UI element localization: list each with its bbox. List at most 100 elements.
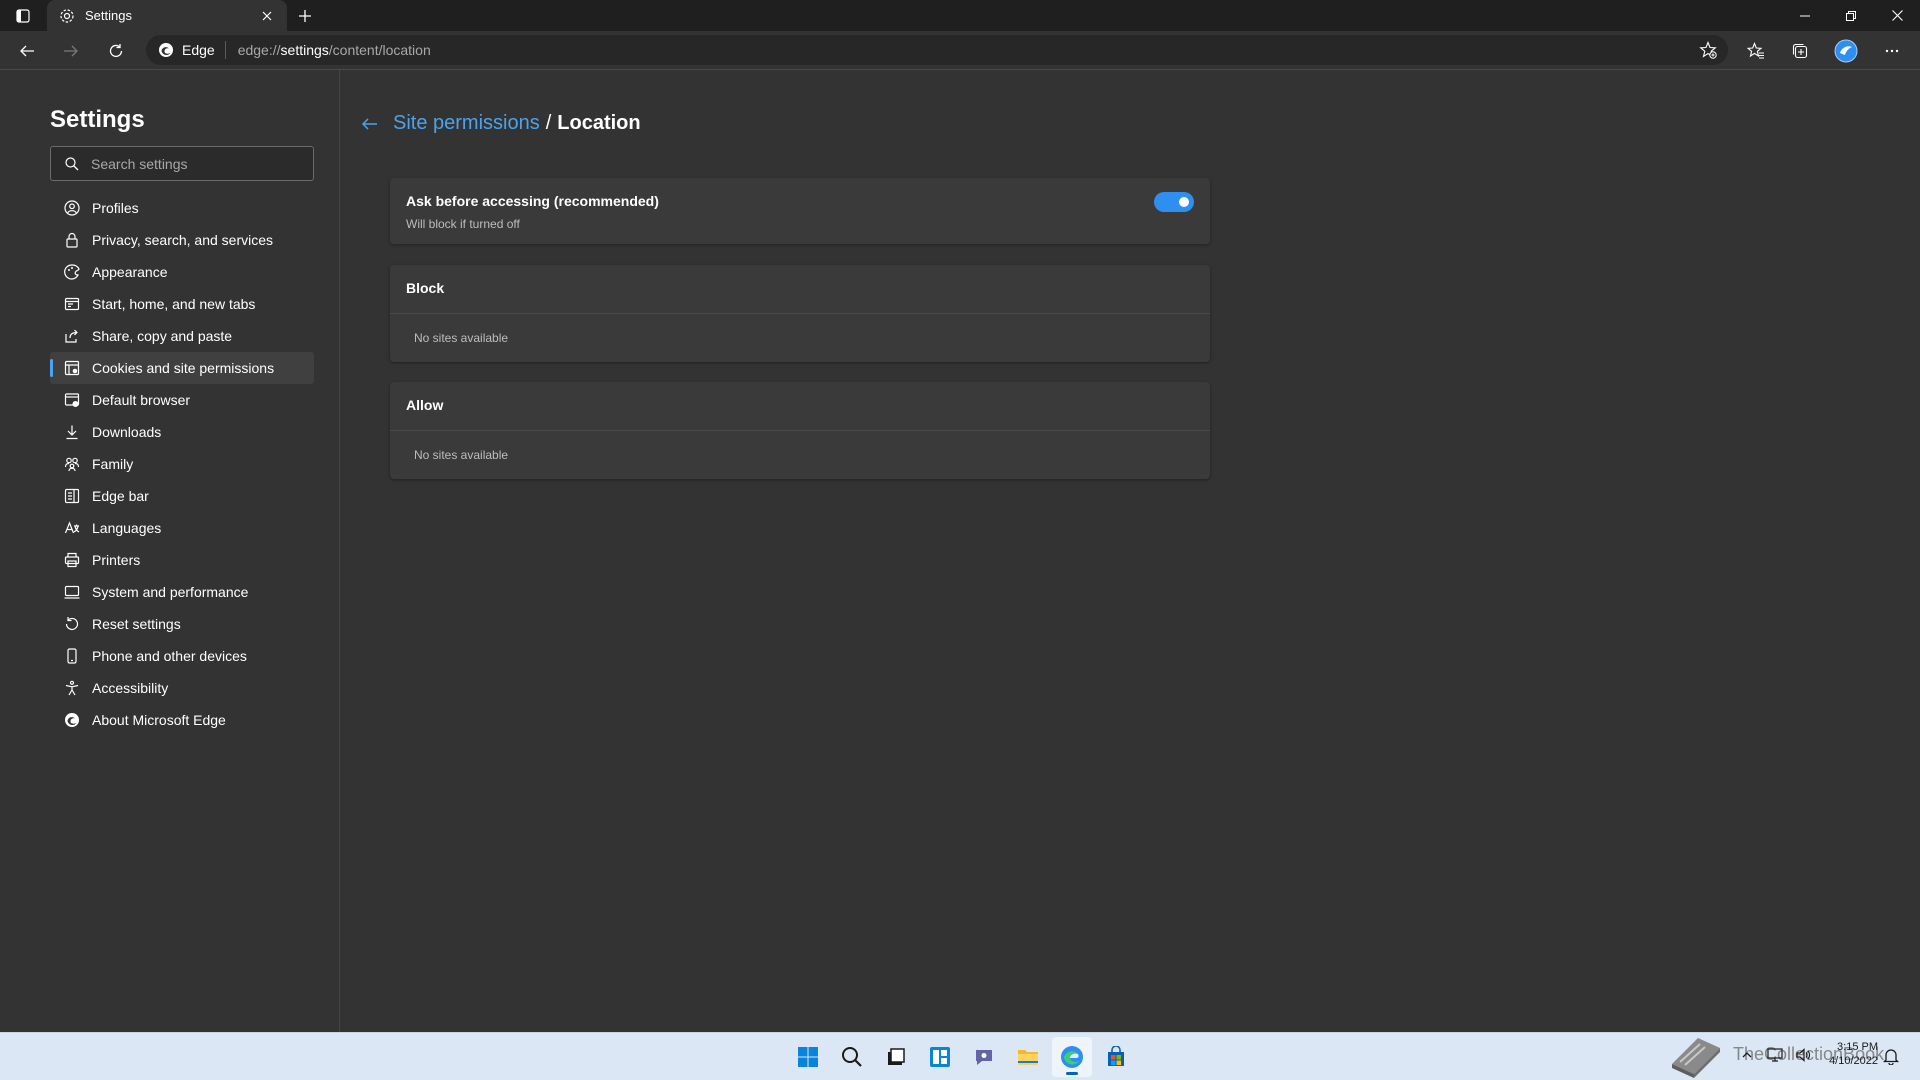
- store-button[interactable]: [1096, 1037, 1136, 1077]
- main-content: Site permissions / Location Ask before a…: [341, 70, 1920, 1032]
- site-name: Edge: [182, 42, 215, 58]
- new-tab-button[interactable]: [293, 4, 317, 28]
- sidebar-item-privacy-search-and-services[interactable]: Privacy, search, and services: [50, 224, 314, 256]
- sidebar-item-start-home-and-new-tabs[interactable]: Start, home, and new tabs: [50, 288, 314, 320]
- collections-button[interactable]: [1785, 36, 1815, 66]
- printer-icon: [64, 552, 80, 568]
- more-menu-button[interactable]: [1877, 36, 1907, 66]
- edge-taskbar-button[interactable]: [1052, 1037, 1092, 1077]
- show-hidden-icons-button[interactable]: [1738, 1046, 1756, 1064]
- forward-button[interactable]: [56, 36, 86, 66]
- url-path: /content/location: [328, 42, 431, 58]
- clock-date: 4/10/2022: [1829, 1055, 1878, 1067]
- sidebar-nav: Profiles Privacy, search, and services App…: [50, 192, 314, 736]
- back-button[interactable]: [12, 36, 42, 66]
- ask-before-accessing-toggle[interactable]: [1154, 192, 1194, 212]
- sidebar-item-printers[interactable]: Printers: [50, 544, 314, 576]
- ask-before-accessing-card: Ask before accessing (recommended) Will …: [390, 178, 1210, 244]
- widgets-button[interactable]: [920, 1037, 960, 1077]
- allow-empty-text: No sites available: [414, 448, 509, 462]
- system-icon: [64, 584, 80, 600]
- sidebar-item-label: Share, copy and paste: [92, 328, 233, 344]
- search-input[interactable]: [91, 155, 291, 172]
- refresh-button[interactable]: [101, 36, 131, 66]
- tab-settings[interactable]: Settings: [47, 0, 287, 31]
- title-bar: Settings: [0, 0, 1920, 31]
- arrow-right-icon: [64, 45, 78, 57]
- search-taskbar-button[interactable]: [832, 1037, 872, 1077]
- sidebar-item-label: Reset settings: [92, 616, 181, 632]
- sidebar-item-label: Phone and other devices: [92, 648, 247, 664]
- reset-icon: [64, 616, 80, 632]
- sidebar-item-edge-bar[interactable]: Edge bar: [50, 480, 314, 512]
- edge-logo-icon: [159, 43, 173, 57]
- sidebar-item-languages[interactable]: Languages: [50, 512, 314, 544]
- sidebar-item-appearance[interactable]: Appearance: [50, 256, 314, 288]
- chat-button[interactable]: [964, 1037, 1004, 1077]
- start-button[interactable]: [788, 1037, 828, 1077]
- tab-actions-button[interactable]: [10, 4, 36, 28]
- sidebar-item-label: Default browser: [92, 392, 191, 408]
- sidebar-item-phone-and-other-devices[interactable]: Phone and other devices: [50, 640, 314, 672]
- sidebar-item-share-copy-and-paste[interactable]: Share, copy and paste: [50, 320, 314, 352]
- volume-button[interactable]: [1794, 1046, 1812, 1064]
- sidebar-item-label: Downloads: [92, 424, 162, 440]
- search-box[interactable]: [50, 146, 314, 181]
- allow-title: Allow: [406, 397, 444, 413]
- sidebar-title: Settings: [50, 106, 145, 133]
- block-empty-text: No sites available: [414, 331, 509, 345]
- sidebar-item-family[interactable]: Family: [50, 448, 314, 480]
- lock-icon: [64, 232, 80, 248]
- gear-icon: [59, 8, 75, 24]
- speaker-icon: [1796, 1048, 1810, 1062]
- close-tab-button[interactable]: [257, 6, 277, 26]
- breadcrumb-separator: /: [545, 112, 552, 134]
- sidebar-item-label: Accessibility: [92, 680, 169, 696]
- sidebar-item-default-browser[interactable]: Default browser: [50, 384, 314, 416]
- sidebar-item-label: Edge bar: [92, 488, 149, 504]
- store-icon: [1108, 1046, 1124, 1066]
- clock-time: 3:15 PM: [1837, 1041, 1878, 1053]
- star-add-icon: [1699, 41, 1717, 59]
- collections-icon: [1792, 43, 1808, 59]
- profile-button[interactable]: [1831, 36, 1861, 66]
- family-icon: [64, 456, 80, 472]
- sidebar-item-label: System and performance: [92, 584, 249, 600]
- sidebar-item-downloads[interactable]: Downloads: [50, 416, 314, 448]
- sidebar-item-cookies-and-site-permissions[interactable]: Cookies and site permissions: [50, 352, 314, 384]
- address-bar[interactable]: Edge edge://settings/content/location: [146, 35, 1728, 65]
- sidebar-item-profiles[interactable]: Profiles: [50, 192, 314, 224]
- file-explorer-button[interactable]: [1008, 1037, 1048, 1077]
- avatar-icon: [1834, 39, 1858, 63]
- sidebar-item-label: Cookies and site permissions: [92, 360, 275, 376]
- url-text[interactable]: edge://settings/content/location: [238, 42, 431, 58]
- tab-actions-icon: [16, 9, 30, 23]
- sidebar-item-about-microsoft-edge[interactable]: About Microsoft Edge: [50, 704, 314, 736]
- sidebar-item-accessibility[interactable]: Accessibility: [50, 672, 314, 704]
- sidebar-item-system-and-performance[interactable]: System and performance: [50, 576, 314, 608]
- default-browser-icon: [64, 392, 80, 408]
- close-icon: [1891, 10, 1903, 21]
- close-window-button[interactable]: [1874, 0, 1920, 31]
- notifications-button[interactable]: [1882, 1047, 1900, 1065]
- sidebar-item-reset-settings[interactable]: Reset settings: [50, 608, 314, 640]
- network-button[interactable]: [1766, 1046, 1784, 1064]
- breadcrumb-site-permissions-link[interactable]: Site permissions: [393, 112, 540, 135]
- task-view-button[interactable]: [876, 1037, 916, 1077]
- restore-button[interactable]: [1828, 0, 1874, 31]
- breadcrumb-back-button[interactable]: [359, 113, 381, 135]
- block-title: Block: [406, 280, 445, 296]
- clock-button[interactable]: 3:15 PM 4/10/2022: [1820, 1040, 1878, 1068]
- book-logo-icon: [1666, 1030, 1726, 1080]
- sidebar-item-label: About Microsoft Edge: [92, 712, 226, 728]
- close-icon: [262, 11, 272, 20]
- favorites-button[interactable]: [1741, 36, 1771, 66]
- search-icon: [65, 156, 79, 170]
- monitor-icon: [1767, 1048, 1783, 1062]
- minimize-button[interactable]: [1782, 0, 1828, 31]
- divider: [390, 313, 1210, 314]
- site-info-button[interactable]: Edge: [158, 41, 226, 59]
- edge-logo-icon: [1061, 1046, 1083, 1068]
- add-favorite-button[interactable]: [1698, 40, 1718, 60]
- divider: [390, 430, 1210, 431]
